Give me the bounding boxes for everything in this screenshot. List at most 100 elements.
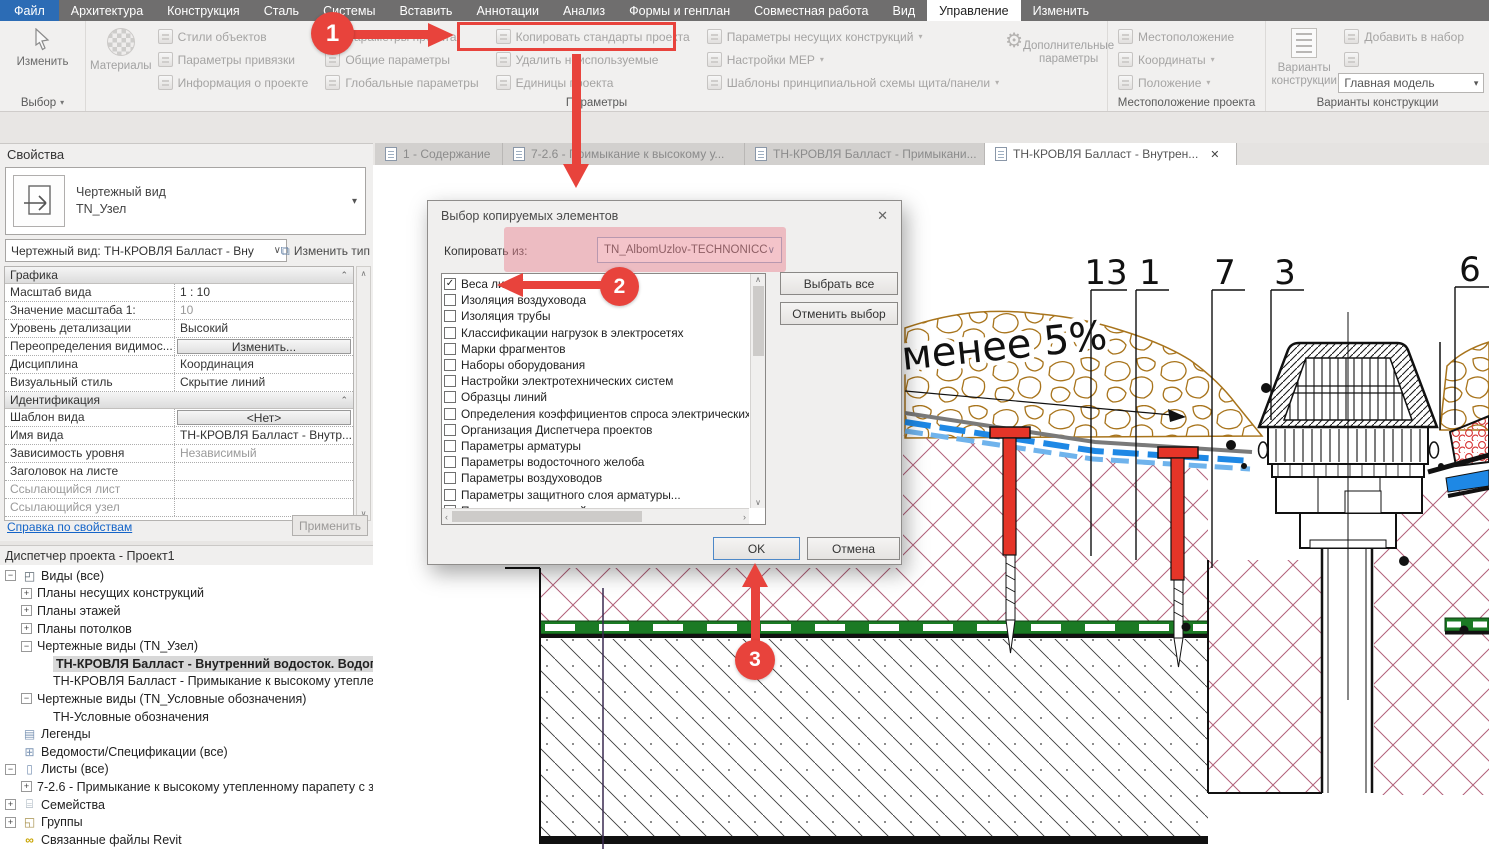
dialog-checkbox-item[interactable]: Наборы оборудования bbox=[444, 357, 749, 373]
dialog-checkbox-item[interactable]: Организация Диспетчера проектов bbox=[444, 422, 749, 438]
property-row[interactable]: Зависимость уровня Независимый bbox=[5, 445, 353, 463]
property-row[interactable]: Визуальный стиль Скрытие линий bbox=[5, 374, 353, 392]
ribbon-button[interactable]: Единицы проекта bbox=[490, 71, 701, 94]
property-row[interactable]: Дисциплина Координация bbox=[5, 356, 353, 374]
dialog-checkbox-item[interactable]: Марки фрагментов bbox=[444, 341, 749, 357]
tree-item[interactable]: ТН-Условные обозначения bbox=[5, 708, 373, 726]
desel-button[interactable]: Отменить выбор bbox=[780, 302, 898, 325]
app-tab[interactable]: Управление bbox=[927, 0, 1021, 21]
ribbon-button[interactable]: Настройки MEP ▾ bbox=[701, 48, 1005, 71]
checkbox[interactable] bbox=[444, 456, 456, 468]
close-icon[interactable] bbox=[877, 208, 888, 224]
tree-expander-icon[interactable] bbox=[5, 764, 16, 775]
collapse-icon[interactable]: ⌃ bbox=[340, 270, 348, 281]
tree-expander-icon[interactable] bbox=[21, 605, 32, 616]
tree-expander-icon[interactable] bbox=[5, 799, 16, 810]
tree-item[interactable]: Планы этажей bbox=[5, 602, 373, 620]
property-row[interactable]: Масштаб вида 1 : 10 bbox=[5, 284, 353, 302]
ribbon-button[interactable]: Положение ▾ bbox=[1112, 71, 1261, 94]
tree-item[interactable]: Семейства bbox=[5, 796, 373, 814]
ribbon-button[interactable]: Глобальные параметры bbox=[319, 71, 489, 94]
tree-expander-icon[interactable] bbox=[5, 570, 16, 581]
app-tab[interactable]: Совместная работа bbox=[742, 0, 880, 21]
tree-item[interactable]: ТН-КРОВЛЯ Балласт - Примыкание к высоком… bbox=[5, 673, 373, 691]
ok-button[interactable]: OK bbox=[713, 537, 800, 560]
property-row[interactable]: Уровень детализации Высокий bbox=[5, 320, 353, 338]
tree-item[interactable]: Листы (все) bbox=[5, 761, 373, 779]
app-tab[interactable]: Вставить bbox=[387, 0, 464, 21]
checkbox[interactable] bbox=[444, 278, 456, 290]
app-tab[interactable]: Конструкция bbox=[155, 0, 252, 21]
pick-to-edit-button[interactable] bbox=[1338, 48, 1485, 71]
checkbox[interactable] bbox=[444, 310, 456, 322]
properties-help-link[interactable]: Справка по свойствам bbox=[7, 520, 132, 534]
additional-settings-label[interactable]: Дополнительные параметры bbox=[1023, 24, 1114, 66]
checkbox[interactable] bbox=[444, 391, 456, 403]
checkbox[interactable] bbox=[444, 440, 456, 452]
app-tab[interactable]: Изменить bbox=[1021, 0, 1101, 21]
tree-item[interactable]: ТН-КРОВЛЯ Балласт - Внутренний водосток.… bbox=[5, 655, 373, 673]
dialog-checkbox-item[interactable]: Параметры воздуховодов bbox=[444, 470, 749, 486]
type-select-combobox[interactable]: Чертежный вид: ТН-КРОВЛЯ Балласт - Вну ∨ bbox=[5, 239, 287, 262]
tree-expander-icon[interactable] bbox=[21, 588, 32, 599]
dialog-checkbox-item[interactable]: Изоляция воздуховода bbox=[444, 292, 749, 308]
design-options-button[interactable]: Варианты конструкции bbox=[1270, 24, 1338, 88]
add-to-set-button[interactable]: Добавить в набор bbox=[1338, 25, 1485, 48]
checkbox[interactable] bbox=[444, 472, 456, 484]
ribbon-button[interactable]: Удалить неиспользуемые bbox=[490, 48, 701, 71]
dialog-checkbox-item[interactable]: Классификации нагрузок в электросетях bbox=[444, 325, 749, 341]
ribbon-button[interactable]: Параметры привязки bbox=[152, 48, 320, 71]
tree-item[interactable]: 7-2.6 - Примыкание к высокому утепленном… bbox=[5, 778, 373, 796]
tree-expander-icon[interactable] bbox=[5, 817, 16, 828]
ribbon-button[interactable]: Местоположение bbox=[1112, 25, 1261, 48]
checkbox[interactable] bbox=[444, 343, 456, 355]
dialog-checkbox-item[interactable]: Образцы линий bbox=[444, 389, 749, 405]
select-all-button[interactable]: Выбрать все bbox=[780, 272, 898, 295]
ribbon-button[interactable]: Шаблоны принципиальной схемы щита/панели… bbox=[701, 71, 1005, 94]
dialog-checkbox-item[interactable]: Определения коэффициентов спроса электри… bbox=[444, 406, 749, 422]
property-row[interactable]: Значение масштаба 1: 10 bbox=[5, 302, 353, 320]
ribbon-button[interactable]: Общие параметры bbox=[319, 48, 489, 71]
tree-expander-icon[interactable] bbox=[21, 623, 32, 634]
tree-item[interactable]: Планы несущих конструкций bbox=[5, 585, 373, 603]
tree-expander-icon[interactable] bbox=[21, 641, 32, 652]
dialog-checkbox-item[interactable]: Параметры арматуры bbox=[444, 438, 749, 454]
view-tab[interactable]: 7-2.6 - Примыкание к высокому у... bbox=[503, 143, 745, 165]
view-tab[interactable]: ТН-КРОВЛЯ Балласт - Внутрен... bbox=[985, 143, 1237, 165]
view-tab[interactable]: 1 - Содержание bbox=[375, 143, 503, 165]
ribbon-button[interactable]: Координаты ▾ bbox=[1112, 48, 1261, 71]
tree-expander-icon[interactable] bbox=[21, 693, 32, 704]
tree-item[interactable]: Ведомости/Спецификации (все) bbox=[5, 743, 373, 761]
materials-button[interactable]: Материалы bbox=[90, 24, 152, 73]
tree-item[interactable]: Чертежные виды (TN_Условные обозначения) bbox=[5, 690, 373, 708]
property-row[interactable]: Имя вида ТН-КРОВЛЯ Балласт - Внутр... bbox=[5, 427, 353, 445]
properties-scrollbar[interactable]: ∧∨ bbox=[356, 266, 371, 521]
tree-item[interactable]: Легенды bbox=[5, 725, 373, 743]
app-tab[interactable]: Архитектура bbox=[59, 0, 155, 21]
tree-expander-icon[interactable] bbox=[21, 781, 32, 792]
ribbon-button[interactable]: Стили объектов bbox=[152, 25, 320, 48]
ribbon-button[interactable]: Информация о проекте bbox=[152, 71, 320, 94]
property-row[interactable]: Переопределения видимос... Изменить... bbox=[5, 338, 353, 356]
tree-item[interactable]: Чертежные виды (TN_Узел) bbox=[5, 637, 373, 655]
checkbox[interactable] bbox=[444, 359, 456, 371]
checkbox[interactable] bbox=[444, 408, 456, 420]
property-row[interactable]: Ссылающийся лист bbox=[5, 481, 353, 499]
view-tab[interactable]: ТН-КРОВЛЯ Балласт - Примыкани... bbox=[745, 143, 985, 165]
tree-item[interactable]: Планы потолков bbox=[5, 620, 373, 638]
dialog-checkbox-item[interactable]: Изоляция трубы bbox=[444, 308, 749, 324]
checkbox[interactable] bbox=[444, 294, 456, 306]
tree-item[interactable]: Группы bbox=[5, 813, 373, 831]
checkbox[interactable] bbox=[444, 489, 456, 501]
app-tab[interactable]: Сталь bbox=[252, 0, 311, 21]
section-identity[interactable]: Идентификация ⌃ bbox=[5, 392, 353, 409]
checkbox[interactable] bbox=[444, 424, 456, 436]
apply-button[interactable]: Применить bbox=[292, 515, 368, 536]
ribbon-button[interactable]: Параметры несущих конструкций ▾ bbox=[701, 25, 1005, 48]
cancel-button[interactable]: Отмена bbox=[807, 537, 900, 560]
modify-button[interactable]: Изменить bbox=[11, 24, 75, 69]
chevron-down-icon[interactable]: ▾ bbox=[352, 196, 365, 207]
app-tab[interactable]: Аннотации bbox=[464, 0, 550, 21]
vertical-scrollbar[interactable]: ∧∨ bbox=[750, 274, 765, 508]
active-design-option-dropdown[interactable]: Главная модель ▾ bbox=[1338, 73, 1484, 93]
